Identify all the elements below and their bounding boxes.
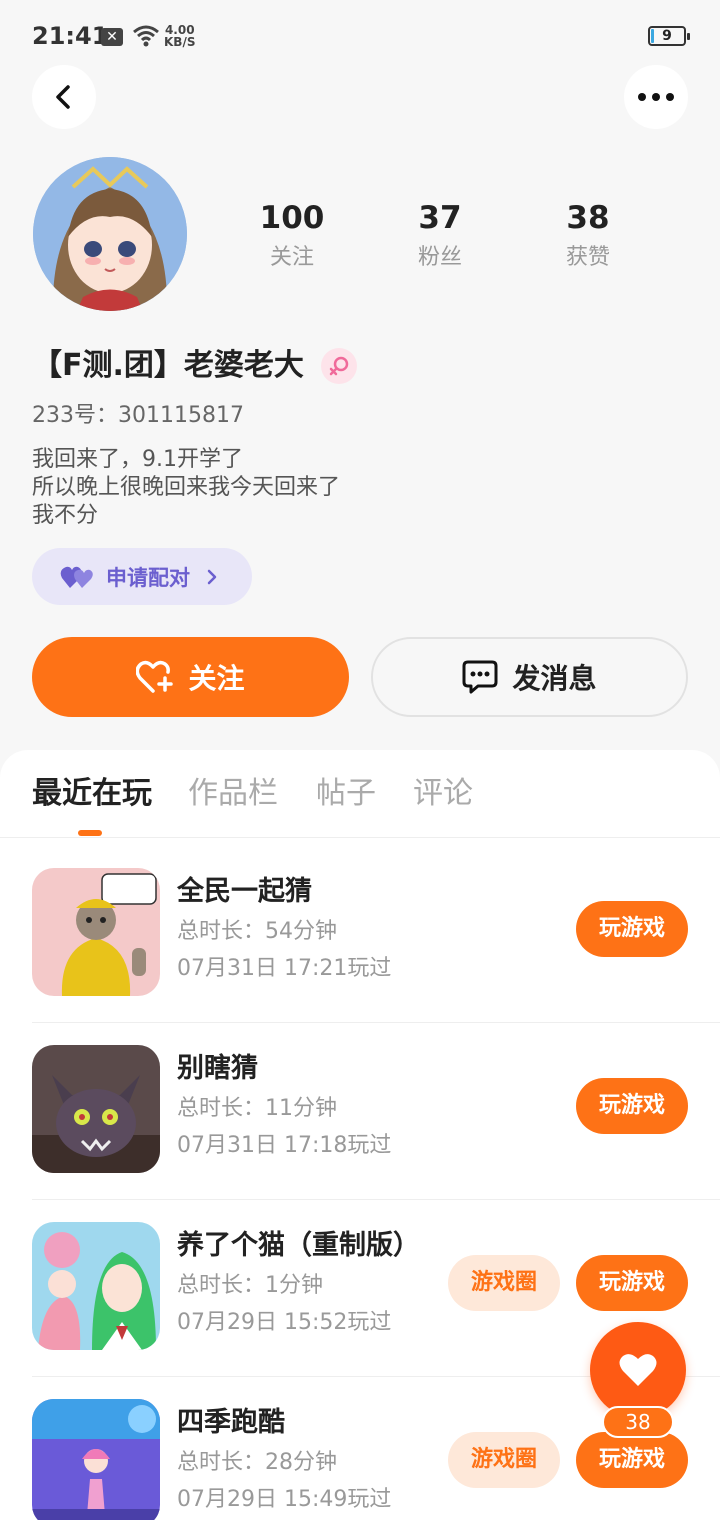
pair-request-label: 申请配对: [106, 565, 190, 590]
game-duration: 总时长：11分钟: [177, 1096, 337, 1121]
game-thumbnail[interactable]: [32, 1222, 160, 1350]
game-last-played: 07月29日 15:52玩过: [177, 1310, 392, 1335]
game-row[interactable]: 全民一起猜 总时长：54分钟 07月31日 17:21玩过 玩游戏: [32, 846, 720, 1023]
play-game-button[interactable]: 玩游戏: [576, 1078, 688, 1134]
game-circle-button[interactable]: 游戏圈: [448, 1432, 560, 1488]
likes-label: 获赞: [565, 245, 610, 270]
message-button[interactable]: 发消息: [371, 637, 688, 717]
play-game-button[interactable]: 玩游戏: [576, 901, 688, 957]
bio-line: 我回来了，9.1开学了: [32, 447, 243, 472]
bio-line: 我不分: [32, 503, 99, 528]
network-speed: 4.00 KB/S: [164, 24, 195, 48]
game-thumbnail[interactable]: [32, 1045, 160, 1173]
wifi-icon: [133, 25, 159, 47]
game-title: 别瞎猜: [177, 1053, 258, 1084]
avatar[interactable]: [33, 157, 187, 311]
game-art-4: [32, 1399, 160, 1520]
more-button[interactable]: [624, 65, 688, 129]
heart-plus-icon: [136, 660, 174, 693]
following-label: 关注: [269, 245, 314, 270]
status-time: 21:41: [32, 22, 109, 50]
game-title: 四季跑酷: [177, 1407, 285, 1438]
stat-following[interactable]: 100 关注: [232, 198, 352, 278]
status-bar: 21:41 ✕ 4.00 KB/S 9: [0, 0, 720, 72]
game-thumbnail[interactable]: [32, 868, 160, 996]
bio: 我回来了，9.1开学了 所以晚上很晚回来我今天回来了 我不分: [32, 446, 340, 530]
game-duration: 总时长：28分钟: [177, 1450, 337, 1475]
message-label: 发消息: [512, 662, 597, 695]
game-duration: 总时长：1分钟: [177, 1273, 323, 1298]
game-art-3: [32, 1222, 160, 1350]
like-count: 38: [602, 1406, 674, 1438]
chevron-left-icon: [56, 85, 70, 109]
double-heart-icon: [60, 566, 93, 588]
game-row[interactable]: 别瞎猜 总时长：11分钟 07月31日 17:18玩过 玩游戏: [32, 1023, 720, 1200]
game-last-played: 07月31日 17:18玩过: [177, 1133, 392, 1158]
tab-bar: 最近在玩 作品栏 帖子 评论: [0, 750, 720, 838]
more-dots-icon: [638, 93, 674, 101]
game-art-1: [32, 868, 160, 996]
game-circle-button[interactable]: 游戏圈: [448, 1255, 560, 1311]
back-button[interactable]: [32, 65, 96, 129]
tab-posts[interactable]: 帖子: [316, 774, 376, 814]
chevron-right-icon: [207, 569, 217, 584]
game-art-2: [32, 1045, 160, 1173]
username: 【F测.团】老婆老大: [32, 348, 304, 383]
fans-label: 粉丝: [417, 245, 462, 270]
battery-icon: 9: [648, 26, 690, 46]
speed-unit: KB/S: [164, 35, 196, 49]
game-last-played: 07月31日 17:21玩过: [177, 956, 392, 981]
tab-recently-played[interactable]: 最近在玩: [32, 774, 152, 814]
following-count: 100: [259, 200, 325, 236]
follow-button[interactable]: 关注: [32, 637, 349, 717]
female-icon: [321, 348, 357, 384]
avatar-illustration: [33, 157, 187, 311]
game-title: 养了个猫（重制版）: [177, 1230, 420, 1261]
tab-comments[interactable]: 评论: [413, 774, 473, 814]
follow-label: 关注: [188, 662, 245, 695]
likes-count: 38: [566, 200, 610, 236]
heart-icon: [619, 1354, 657, 1386]
like-button[interactable]: [590, 1322, 686, 1418]
game-duration: 总时长：54分钟: [177, 919, 337, 944]
tab-indicator: [78, 830, 102, 836]
chat-bubble-icon: [462, 660, 498, 694]
play-game-button[interactable]: 玩游戏: [576, 1432, 688, 1488]
game-thumbnail[interactable]: [32, 1399, 160, 1520]
game-title: 全民一起猜: [177, 876, 312, 907]
fans-count: 37: [418, 200, 462, 236]
stat-likes[interactable]: 38 获赞: [528, 198, 648, 278]
notification-icon: ✕: [101, 28, 123, 46]
bio-line: 所以晚上很晚回来我今天回来了: [32, 475, 341, 500]
tab-works[interactable]: 作品栏: [188, 774, 278, 814]
battery-level: 9: [662, 28, 672, 44]
game-last-played: 07月29日 15:49玩过: [177, 1487, 392, 1512]
pair-request-button[interactable]: 申请配对: [32, 548, 252, 605]
user-id: 233号：301115817: [32, 403, 244, 428]
play-game-button[interactable]: 玩游戏: [576, 1255, 688, 1311]
stat-fans[interactable]: 37 粉丝: [380, 198, 500, 278]
